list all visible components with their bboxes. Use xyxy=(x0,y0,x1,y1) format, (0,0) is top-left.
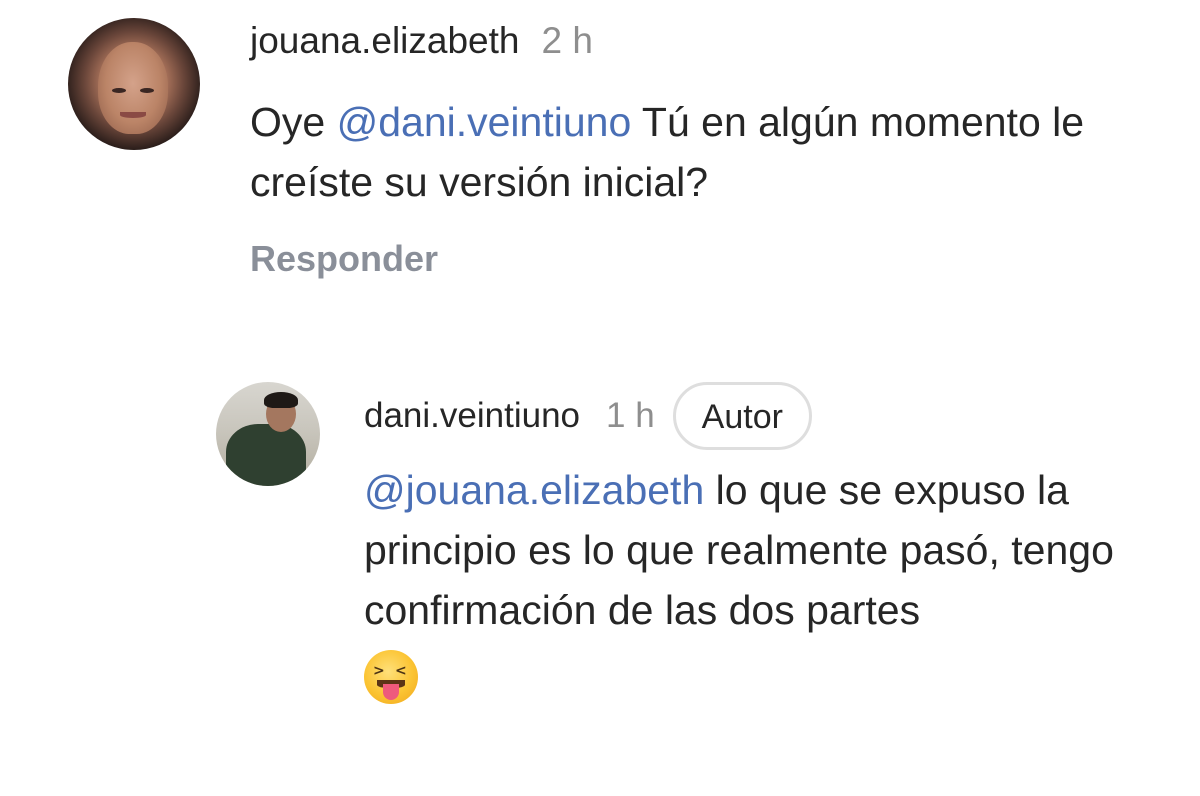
reply-button[interactable]: Responder xyxy=(250,234,438,284)
avatar[interactable] xyxy=(216,382,320,486)
mention-link[interactable]: @dani.veintiuno xyxy=(337,99,632,145)
comments-thread: jouana.elizabeth 2 h Oye @dani.veintiuno … xyxy=(0,0,1200,796)
username[interactable]: jouana.elizabeth xyxy=(250,20,520,61)
avatar[interactable] xyxy=(68,18,200,150)
mention-link[interactable]: @jouana.elizabeth xyxy=(364,467,704,513)
comment-header: jouana.elizabeth 2 h xyxy=(250,16,593,66)
comment-text: Oye @dani.veintiuno Tú en algún momento … xyxy=(250,92,1150,212)
author-badge: Autor xyxy=(672,382,812,450)
squinting-tongue-emoji-icon: > < xyxy=(364,650,418,705)
avatar-face xyxy=(98,42,168,134)
username[interactable]: dani.veintiuno xyxy=(364,391,580,441)
comment-text-prefix: Oye xyxy=(250,99,337,145)
timestamp: 2 h xyxy=(541,20,593,61)
comment-header: dani.veintiuno 1 h Autor xyxy=(364,382,812,450)
timestamp: 1 h xyxy=(606,396,655,435)
comment-text: @jouana.elizabeth lo que se expuso la pr… xyxy=(364,460,1154,705)
